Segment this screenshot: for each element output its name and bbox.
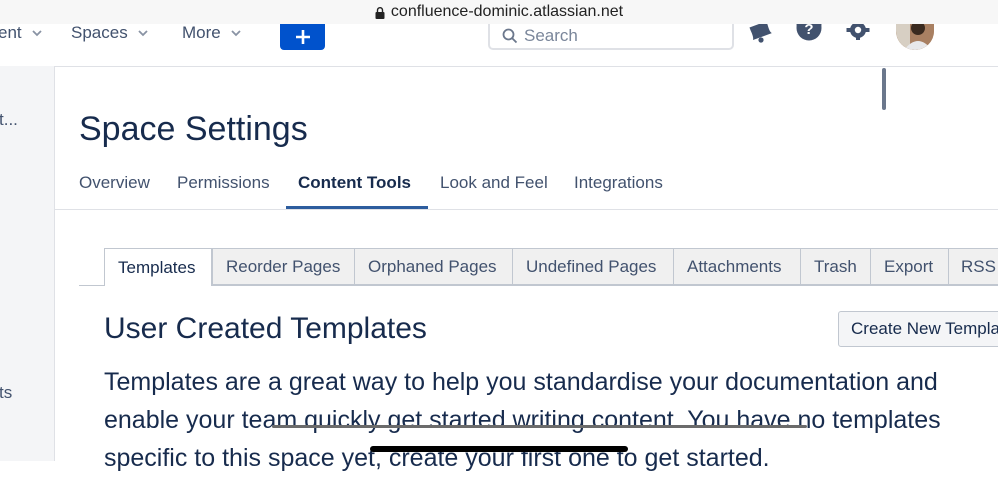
tab-label: RSS [961, 256, 996, 276]
tab-integrations[interactable]: Integrations [574, 172, 663, 194]
tab-trash[interactable]: Trash [800, 248, 870, 285]
content-tools-tabs: Templates Reorder Pages Orphaned Pages U… [79, 248, 998, 286]
tab-label: Templates [118, 257, 196, 277]
scrollbar[interactable] [882, 68, 886, 110]
tab-label: Attachments [687, 256, 782, 276]
tab-look-and-feel[interactable]: Look and Feel [440, 172, 548, 194]
plus-icon [295, 30, 310, 44]
settings-icon[interactable] [846, 24, 870, 42]
tab-reorder-pages[interactable]: Reorder Pages [212, 248, 354, 285]
avatar[interactable] [896, 24, 934, 50]
text-selection-underline [272, 425, 807, 428]
nav-item-more[interactable]: More [182, 23, 241, 42]
chevron-down-icon [138, 30, 148, 37]
tab-undefined-pages[interactable]: Undefined Pages [512, 248, 673, 285]
lock-icon [375, 7, 385, 19]
url-text: confluence-dominic.atlassian.net [390, 3, 624, 20]
nav-item-spaces[interactable]: Spaces [71, 23, 148, 42]
divider [79, 285, 998, 286]
tab-label: Trash [814, 256, 857, 276]
nav-item-label: Spaces [71, 23, 128, 42]
tab-label: Reorder Pages [226, 256, 341, 276]
chevron-down-icon [231, 30, 241, 37]
divider [54, 209, 998, 210]
left-sidebar: t... ts [0, 66, 55, 461]
nav-item-label: More [182, 23, 221, 42]
home-indicator[interactable] [370, 446, 628, 452]
avatar-image [896, 24, 934, 50]
search-icon [502, 28, 518, 44]
section-title: User Created Templates [104, 312, 427, 345]
tab-orphaned-pages[interactable]: Orphaned Pages [354, 248, 512, 285]
help-icon[interactable]: ? [796, 24, 822, 44]
search-input[interactable] [524, 26, 714, 46]
tab-permissions[interactable]: Permissions [177, 172, 270, 194]
tab-label: Orphaned Pages [368, 256, 497, 276]
create-button[interactable] [280, 24, 325, 50]
create-new-template-button[interactable]: Create New Template [838, 311, 998, 347]
tab-content-tools[interactable]: Content Tools [298, 172, 411, 194]
templates-description: Templates are a great way to help you st… [104, 368, 941, 472]
tab-templates[interactable]: Templates [104, 248, 212, 286]
nav-item-label: ent [0, 23, 22, 42]
sidebar-item-label[interactable]: ts [0, 383, 12, 403]
top-navigation-bar: ent Spaces More ? [0, 23, 998, 67]
tab-export[interactable]: Export [870, 248, 948, 285]
page-title: Space Settings [79, 110, 308, 148]
tab-overview[interactable]: Overview [79, 172, 150, 194]
address-bar[interactable]: confluence-dominic.atlassian.net [0, 0, 998, 24]
nav-item-content[interactable]: ent [0, 23, 42, 42]
chevron-down-icon [32, 30, 42, 37]
search-box[interactable] [488, 24, 734, 50]
svg-text:?: ? [804, 24, 813, 38]
tab-label: Export [884, 256, 934, 276]
tab-label: Undefined Pages [526, 256, 657, 276]
bell-icon[interactable] [748, 24, 772, 44]
sidebar-item-label[interactable]: t... [0, 110, 18, 130]
tab-attachments[interactable]: Attachments [673, 248, 800, 285]
tab-rss[interactable]: RSS [948, 248, 998, 285]
